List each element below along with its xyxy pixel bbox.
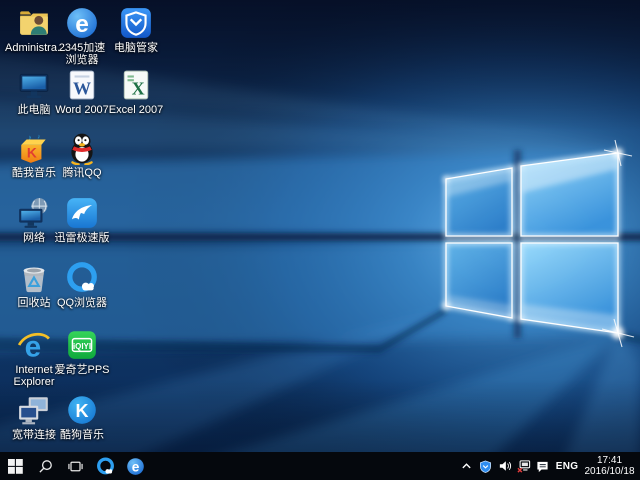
xunlei-bird-icon	[65, 196, 99, 230]
icon-label: Word 2007	[55, 104, 109, 116]
svg-text:♪: ♪	[37, 133, 40, 140]
svg-text:X: X	[132, 79, 145, 99]
svg-text:e: e	[75, 11, 89, 38]
windows-logo-icon	[8, 459, 23, 474]
desktop-icon-qq-browser[interactable]: QQ浏览器	[54, 261, 110, 309]
taskbar-app-qq-browser[interactable]	[90, 452, 120, 480]
taskbar-app-2345-browser[interactable]: e	[120, 452, 150, 480]
chevron-up-icon	[461, 461, 472, 472]
icon-label: 电脑管家	[114, 42, 158, 54]
icon-label: 此电脑	[18, 104, 51, 116]
tray-clock[interactable]: 17:41 2016/10/18	[582, 452, 640, 480]
icon-label: 2345加速浏览器	[54, 42, 110, 66]
desktop-icon-xunlei[interactable]: 迅雷极速版	[54, 196, 110, 244]
recycle-bin-icon	[17, 261, 51, 295]
tray-action-center[interactable]	[533, 452, 552, 480]
desktop-icon-tencent-qq[interactable]: 腾讯QQ	[54, 131, 110, 179]
svg-text:e: e	[131, 459, 139, 474]
icon-label: 迅雷极速版	[55, 232, 110, 244]
ethernet-disconnected-icon	[517, 460, 531, 473]
2345-browser-icon: e	[65, 6, 99, 40]
task-view-button[interactable]	[60, 452, 90, 480]
taskbar: e	[0, 452, 640, 480]
desktop-icons-grid: Administra... e 2345加速浏览器 电脑管家	[6, 0, 640, 452]
icon-label: QQ浏览器	[57, 297, 107, 309]
2345-browser-icon: e	[126, 457, 145, 476]
svg-text:W: W	[73, 79, 91, 99]
broadband-computers-icon	[17, 393, 51, 427]
clock-date: 2016/10/18	[584, 466, 634, 477]
iqiyi-icon: iQIYI	[65, 328, 99, 362]
desktop-icon-2345-browser[interactable]: e 2345加速浏览器	[54, 6, 110, 66]
tray-pc-manager[interactable]	[476, 452, 495, 480]
qq-browser-icon	[96, 457, 115, 476]
language-label: ENG	[556, 461, 579, 472]
icon-label: 爱奇艺PPS	[54, 364, 109, 376]
excel-document-icon: X	[119, 68, 153, 102]
tray-language-indicator[interactable]: ENG	[552, 452, 582, 480]
svg-text:K: K	[75, 401, 88, 421]
start-button[interactable]	[0, 452, 30, 480]
action-center-icon	[536, 460, 549, 473]
user-folder-icon	[17, 6, 51, 40]
internet-explorer-icon: e	[17, 328, 51, 362]
word-document-icon: W	[65, 68, 99, 102]
icon-label: 回收站	[18, 297, 51, 309]
desktop-icon-pc-manager[interactable]: 电脑管家	[108, 6, 164, 54]
tray-show-hidden-icons[interactable]	[457, 452, 476, 480]
desktop-icon-iqiyi[interactable]: iQIYI 爱奇艺PPS	[54, 328, 110, 376]
tray-network[interactable]	[514, 452, 533, 480]
desktop-icon-kugou[interactable]: K 酷狗音乐	[54, 393, 110, 441]
pc-manager-shield-icon	[119, 6, 153, 40]
icon-label: 酷狗音乐	[60, 429, 104, 441]
kuwo-music-box-icon: ♪ ♪ K	[17, 131, 51, 165]
system-tray: ENG 17:41 2016/10/18	[457, 452, 640, 480]
icon-label: 酷我音乐	[12, 167, 56, 179]
network-globe-monitor-icon	[17, 196, 51, 230]
search-button[interactable]	[30, 452, 60, 480]
qq-penguin-icon	[65, 131, 99, 165]
this-pc-monitor-icon	[17, 68, 51, 102]
qq-browser-icon	[65, 261, 99, 295]
clock-time: 17:41	[597, 455, 622, 466]
icon-label: 网络	[23, 232, 45, 244]
icon-label: 宽带连接	[12, 429, 56, 441]
icon-label: 腾讯QQ	[62, 167, 101, 179]
shield-icon	[479, 460, 492, 473]
speaker-icon	[498, 460, 512, 472]
desktop: Administra... e 2345加速浏览器 电脑管家	[0, 0, 640, 480]
svg-text:iQIYI: iQIYI	[73, 342, 91, 351]
task-view-icon	[68, 459, 83, 474]
desktop-icon-excel-2007[interactable]: X Excel 2007	[108, 68, 164, 116]
kugou-music-icon: K	[65, 393, 99, 427]
search-icon	[38, 459, 53, 474]
desktop-icon-word-2007[interactable]: W Word 2007	[54, 68, 110, 116]
tray-volume[interactable]	[495, 452, 514, 480]
icon-label: Excel 2007	[109, 104, 163, 116]
svg-text:K: K	[27, 145, 37, 161]
